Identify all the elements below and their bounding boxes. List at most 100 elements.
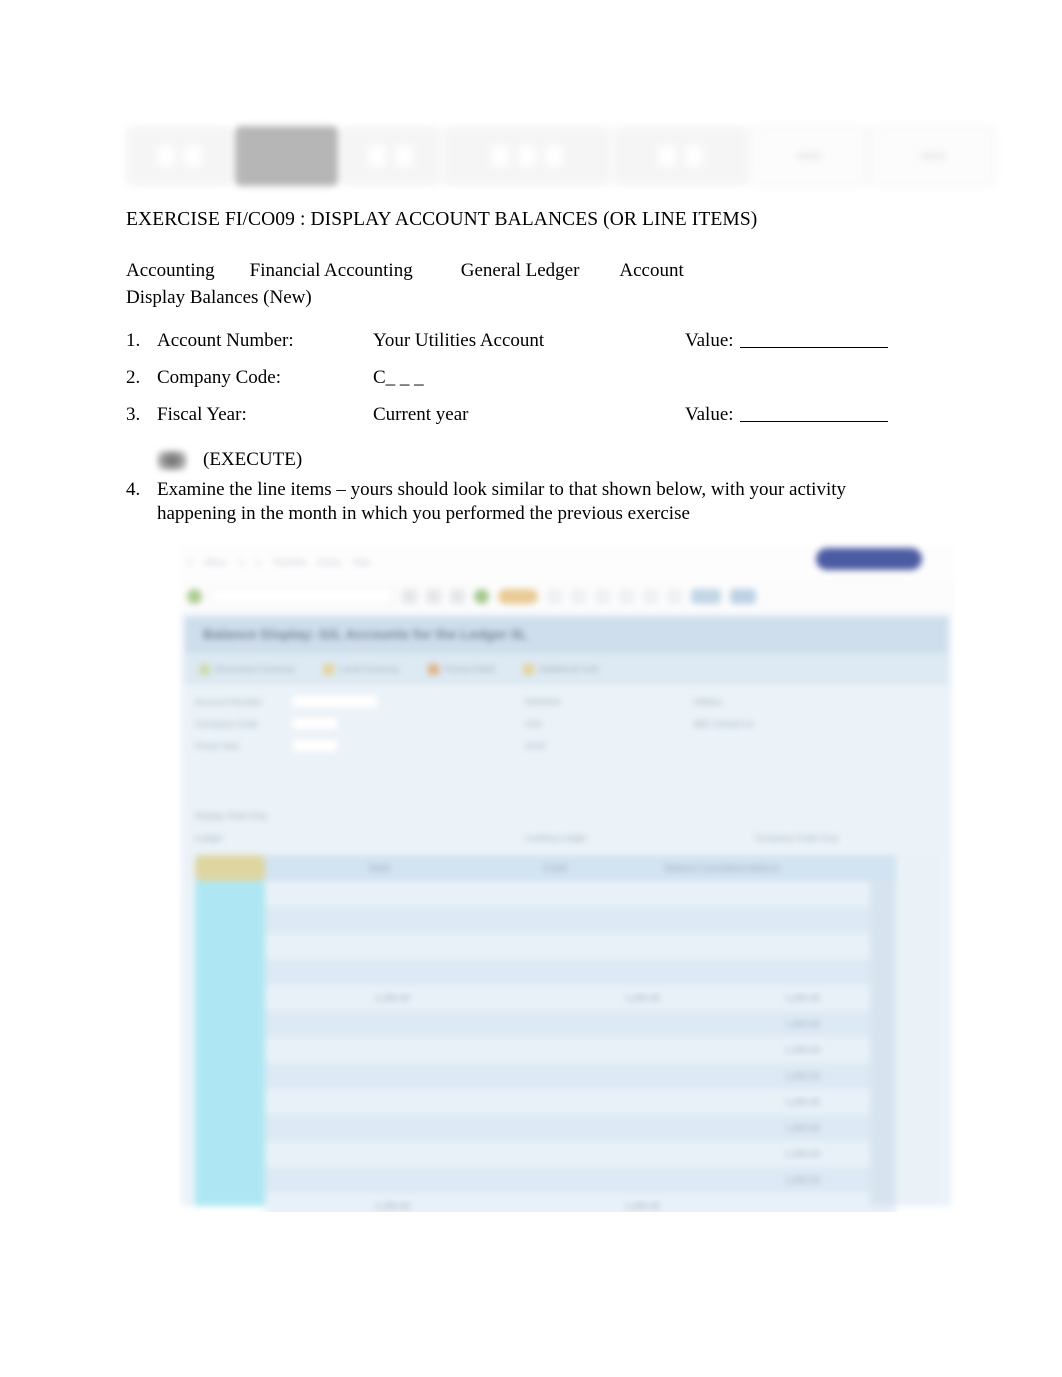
app-toolbar-item[interactable]: Local Currency	[323, 664, 400, 675]
sap-menu-item[interactable]: Favorites	[273, 558, 306, 567]
menu-path-segment-account: Account	[619, 260, 683, 281]
toolbar-dot-icon	[199, 664, 210, 675]
list-item-number: 2.	[126, 367, 157, 389]
sap-application-toolbar[interactable]: Document Currency Local Currency Period …	[185, 653, 948, 685]
back-icon[interactable]	[426, 589, 441, 604]
ribbon-icon-row	[158, 146, 201, 166]
sap-menu-item[interactable]: ◁	[237, 558, 243, 567]
sap-menu-item[interactable]: Menu	[205, 558, 225, 567]
cancel-icon[interactable]	[474, 589, 489, 604]
balance-grid[interactable]: Debit Credit Balance Cumulative balance …	[195, 855, 896, 1206]
table-row[interactable]: 1,250.00	[265, 1011, 896, 1037]
ribbon-group-clipboard[interactable]	[126, 126, 233, 186]
window-scroll-area[interactable]	[896, 855, 938, 1206]
execute-bullet-icon: 	[126, 451, 157, 470]
enter-check-icon[interactable]	[187, 589, 202, 604]
command-field-input[interactable]	[211, 587, 393, 605]
table-row[interactable]: 1,250.00	[265, 1115, 896, 1141]
embedded-screenshot: ▽ Menu ◁ ▷ Favorites Extras Help Balance…	[163, 537, 956, 1212]
first-page-icon[interactable]	[595, 589, 610, 604]
app-toolbar-item[interactable]: Document Currency	[199, 664, 295, 675]
grid-column-header-credit[interactable]: Credit	[543, 863, 567, 873]
menu-path-arrow-icon: 	[232, 261, 236, 280]
subheader-label: Display Total Only	[195, 811, 267, 821]
table-cell: 1,250.00	[785, 1123, 820, 1133]
table-row[interactable]: 1,250.00	[265, 1063, 896, 1089]
sap-primary-button[interactable]	[816, 548, 922, 570]
execute-clock-icon[interactable]	[157, 450, 187, 471]
ribbon-button-1[interactable]	[796, 152, 822, 160]
form-field-account-number[interactable]	[291, 694, 379, 709]
ribbon-button-group-1[interactable]	[750, 126, 869, 186]
sap-standard-toolbar[interactable]	[181, 579, 956, 613]
list-item-value: C_ _ _	[373, 367, 685, 389]
value-underline[interactable]	[740, 330, 888, 348]
style-heading-icon[interactable]	[519, 146, 535, 166]
grid-vertical-scrollbar[interactable]	[870, 881, 896, 1206]
ribbon-button-group-2[interactable]	[870, 126, 995, 186]
sap-window-title-bar: Balance Display: G/L Accounts for the Le…	[185, 617, 948, 653]
exercise-step-list: 1. Account Number: Your Utilities Accoun…	[126, 330, 956, 479]
table-row[interactable]: 1,250.00 1,250.00 1,250.00	[265, 985, 896, 1011]
subheader-ledger-label: Ledger	[195, 833, 223, 843]
cut-icon[interactable]	[185, 146, 201, 166]
table-cell: 1,250.00	[785, 1071, 820, 1081]
next-page-icon[interactable]	[643, 589, 658, 604]
table-row[interactable]	[265, 881, 896, 907]
table-row-total[interactable]: 1,250.00 1,250.00	[265, 1193, 896, 1212]
application-ribbon[interactable]	[126, 126, 995, 186]
sap-menu-item[interactable]: ▷	[255, 558, 261, 567]
find-icon[interactable]	[547, 589, 562, 604]
value-blank-field[interactable]: Value:	[685, 330, 888, 352]
ribbon-button-2[interactable]	[920, 152, 946, 160]
list-item-label: Fiscal Year:	[157, 404, 373, 426]
table-row[interactable]: 1,250.00	[265, 1037, 896, 1063]
ribbon-group-editing[interactable]	[613, 126, 748, 186]
help-icon[interactable]	[730, 589, 756, 604]
ribbon-group-font[interactable]	[235, 126, 338, 186]
bullets-icon[interactable]	[369, 146, 385, 166]
form-field-fiscal-year[interactable]	[291, 738, 339, 753]
paste-icon[interactable]	[158, 146, 174, 166]
create-session-icon[interactable]	[691, 589, 721, 604]
sap-menu-item[interactable]: Help	[353, 558, 369, 567]
form-field-company-code[interactable]	[291, 716, 339, 731]
grid-column-header-balance[interactable]: Balance Cumulative balance	[665, 863, 779, 873]
menu-path-segment-general-ledger: General Ledger	[461, 260, 580, 281]
table-row[interactable]: 1,250.00	[265, 1167, 896, 1193]
sap-menu-item[interactable]: Extras	[318, 558, 341, 567]
menu-path-arrow-icon: 	[601, 261, 605, 280]
table-row[interactable]	[265, 959, 896, 985]
find-icon[interactable]	[659, 146, 675, 166]
find-next-icon[interactable]	[571, 589, 586, 604]
app-toolbar-item[interactable]: Additional Cols	[523, 664, 599, 675]
list-item-number: 4.	[126, 478, 157, 502]
ribbon-group-styles[interactable]	[443, 126, 611, 186]
subheader-ledger-value: Leading Ledger	[525, 833, 588, 843]
style-normal-icon[interactable]	[492, 146, 508, 166]
last-page-icon[interactable]	[667, 589, 682, 604]
table-row[interactable]: 1,250.00	[265, 1089, 896, 1115]
list-item-label: Company Code:	[157, 367, 373, 389]
value-blank-field[interactable]: Value:	[685, 404, 888, 426]
sap-menu-item[interactable]: ▽	[187, 558, 193, 567]
print-icon[interactable]	[498, 589, 538, 604]
grid-selected-column[interactable]	[195, 881, 265, 1206]
app-toolbar-item[interactable]: Period Detail	[428, 664, 496, 675]
sap-program-body: Balance Display: G/L Accounts for the Le…	[181, 613, 952, 1206]
table-cell: 1,250.00	[375, 1201, 410, 1211]
save-icon[interactable]	[402, 589, 417, 604]
table-row[interactable]	[265, 907, 896, 933]
grid-select-all-header[interactable]	[195, 855, 265, 881]
toolbar-dot-icon	[428, 664, 439, 675]
table-row[interactable]	[265, 933, 896, 959]
ribbon-group-paragraph[interactable]	[340, 126, 441, 186]
previous-page-icon[interactable]	[619, 589, 634, 604]
replace-icon[interactable]	[686, 146, 702, 166]
value-underline[interactable]	[740, 404, 888, 422]
table-row[interactable]: 1,250.00	[265, 1141, 896, 1167]
exit-icon[interactable]	[450, 589, 465, 604]
grid-column-header-debit[interactable]: Debit	[369, 863, 390, 873]
numbering-icon[interactable]	[396, 146, 412, 166]
style-title-icon[interactable]	[546, 146, 562, 166]
